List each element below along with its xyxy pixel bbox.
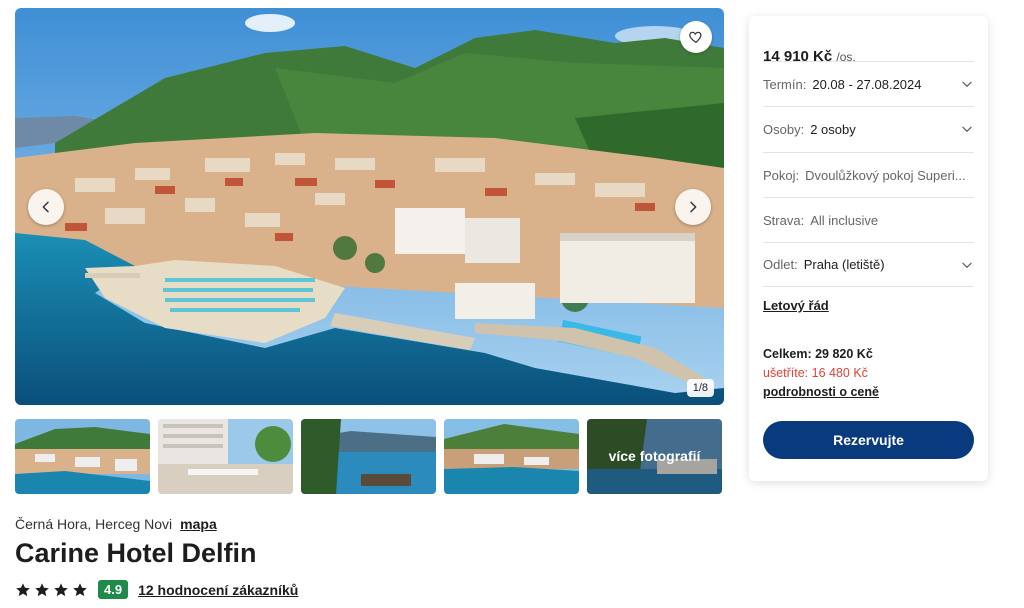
- price-details-link[interactable]: podrobnosti o ceně: [763, 385, 879, 399]
- thumbnail-image: [301, 419, 436, 494]
- more-photos-thumbnail[interactable]: více fotografií: [587, 419, 722, 494]
- option-value: All inclusive: [810, 212, 879, 228]
- thumbnail-image: [444, 419, 579, 494]
- heart-outline-icon: [689, 31, 702, 44]
- reserve-button[interactable]: Rezervujte: [763, 421, 974, 459]
- option-label: Pokoj:: [763, 167, 800, 183]
- hotel-location: Černá Hora, Herceg Novi mapa: [15, 516, 217, 532]
- chevron-down-icon: [962, 262, 972, 268]
- star-icon: [35, 582, 49, 596]
- star-icon: [73, 582, 87, 596]
- previous-photo-button[interactable]: [28, 189, 64, 225]
- map-link[interactable]: mapa: [180, 516, 217, 532]
- option-label: Odlet:: [763, 257, 798, 272]
- star-rating: [15, 582, 88, 598]
- thumbnail-1[interactable]: [15, 419, 150, 494]
- star-icon: [16, 582, 30, 596]
- rating-row: 4.9 12 hodnocení zákazníků: [15, 580, 298, 599]
- option-value: 2 osoby: [810, 121, 856, 137]
- next-photo-button[interactable]: [675, 189, 711, 225]
- thumbnail-3[interactable]: [301, 419, 436, 494]
- hotel-name: Carine Hotel Delfin: [15, 538, 257, 568]
- main-photo[interactable]: 1/8: [15, 8, 724, 405]
- star-icon: [54, 582, 68, 596]
- persons-select[interactable]: Osoby: 2 osoby: [763, 106, 974, 151]
- option-value: Praha (letiště): [803, 257, 885, 272]
- option-label: Strava:: [763, 212, 805, 228]
- savings-amount: ušetříte: 16 480 Kč: [763, 366, 868, 380]
- thumbnail-4[interactable]: [444, 419, 579, 494]
- chevron-down-icon: [962, 126, 972, 133]
- thumbnail-image: [15, 419, 150, 494]
- more-photos-label: více fotografií: [587, 419, 722, 494]
- chevron-right-icon: [690, 201, 697, 213]
- option-value: 20.08 - 27.08.2024: [812, 76, 922, 92]
- flight-schedule-link[interactable]: Letový řád: [763, 298, 829, 313]
- total-price: Celkem: 29 820 Kč: [763, 347, 873, 361]
- departure-select[interactable]: Odlet: Praha (letiště): [763, 242, 974, 287]
- board-select[interactable]: Strava: All inclusive: [763, 197, 974, 242]
- option-label: Termín:: [763, 76, 807, 92]
- location-text: Černá Hora, Herceg Novi: [15, 516, 173, 532]
- reviews-link[interactable]: 12 hodnocení zákazníků: [138, 582, 298, 598]
- date-select[interactable]: Termín: 20.08 - 27.08.2024: [763, 61, 974, 106]
- chevron-down-icon: [962, 81, 972, 88]
- option-label: Osoby:: [763, 121, 805, 137]
- thumbnail-image: [158, 419, 293, 494]
- thumbnail-strip: více fotografií: [15, 419, 724, 494]
- rating-badge: 4.9: [98, 580, 129, 599]
- option-value: Dvoulůžkový pokoj Superi...: [805, 167, 966, 183]
- thumbnail-2[interactable]: [158, 419, 293, 494]
- room-select[interactable]: Pokoj: Dvoulůžkový pokoj Superi...: [763, 152, 974, 197]
- hotel-aerial-photo: [15, 8, 724, 405]
- photo-counter: 1/8: [686, 379, 714, 397]
- favorite-button[interactable]: [680, 21, 712, 53]
- booking-panel: 14 910 Kč /os. Termín: 20.08 - 27.08.202…: [749, 16, 988, 481]
- chevron-left-icon: [42, 201, 49, 213]
